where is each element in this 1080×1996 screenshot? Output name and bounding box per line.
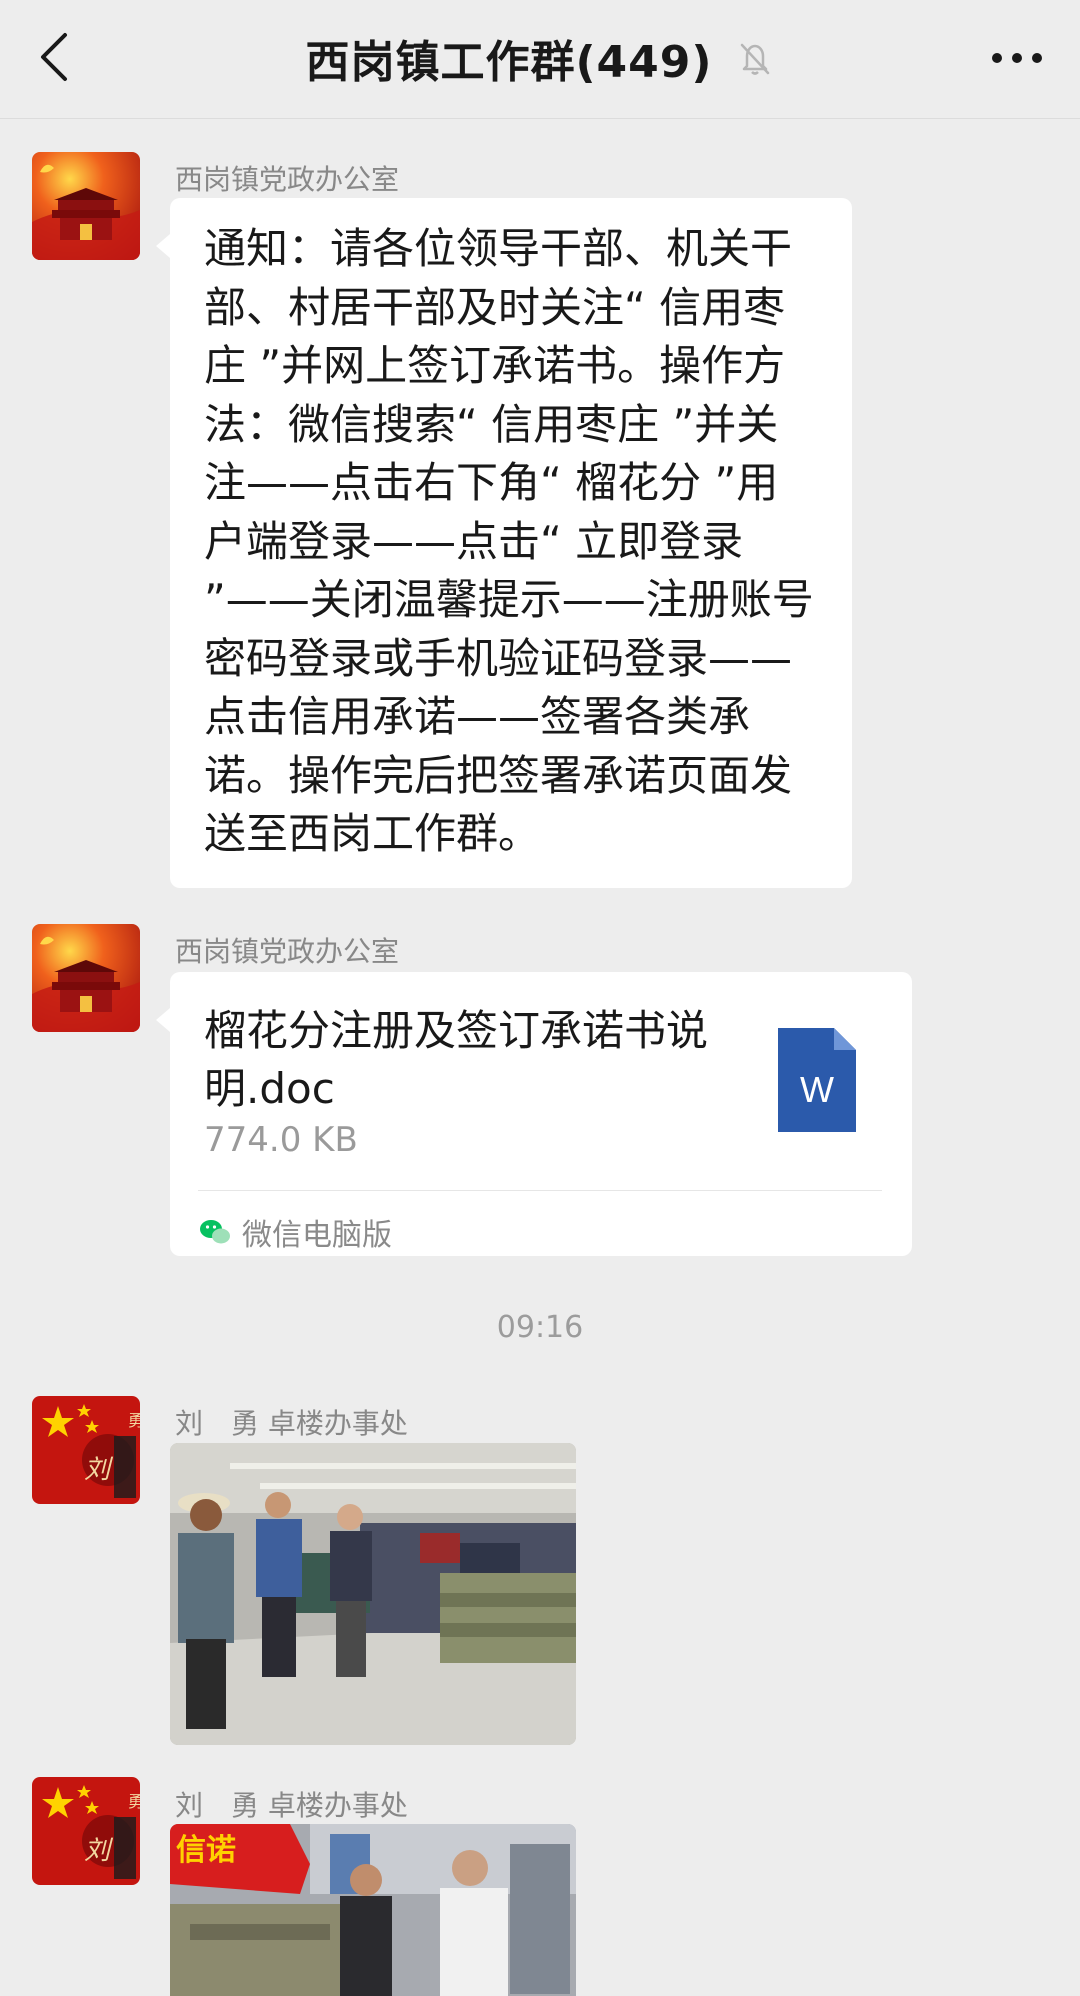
sender-name: 西岗镇党政办公室 <box>175 935 400 968</box>
photo-message[interactable] <box>170 1443 576 1745</box>
word-doc-icon: W <box>778 1028 856 1132</box>
svg-text:勇: 勇 <box>128 1792 140 1811</box>
file-source-label: 微信电脑版 <box>242 1218 392 1253</box>
message-text: 通知：请各位领导干部、机关干部、村居干部及时关注“ 信用枣庄 ”并网上签订承诺书… <box>204 224 814 858</box>
wechat-icon <box>200 1220 230 1244</box>
chat-header: 西岗镇工作群(449) <box>0 0 1080 119</box>
time-separator: 09:16 <box>496 1310 584 1345</box>
chat-title: 西岗镇工作群(449) <box>305 37 713 88</box>
sender-name: 西岗镇党政办公室 <box>175 163 400 196</box>
more-dots-icon <box>992 53 1042 63</box>
mute-bell-icon <box>735 38 775 78</box>
avatar-party-office[interactable] <box>32 924 140 1032</box>
file-size: 774.0 KB <box>204 1120 358 1160</box>
sender-name: 刘 勇 卓楼办事处 <box>175 1789 408 1822</box>
svg-text:勇: 勇 <box>128 1411 140 1430</box>
svg-text:W: W <box>800 1069 834 1110</box>
svg-text:刘: 刘 <box>84 1836 114 1866</box>
svg-text:刘: 刘 <box>84 1455 114 1485</box>
avatar-liu-yong[interactable]: 刘 勇 <box>32 1396 140 1504</box>
file-source: 微信电脑版 <box>198 1204 392 1260</box>
text-message-bubble[interactable]: 通知：请各位领导干部、机关干部、村居干部及时关注“ 信用枣庄 ”并网上签订承诺书… <box>156 198 852 888</box>
divider <box>198 1190 882 1191</box>
avatar-party-office[interactable] <box>32 152 140 260</box>
avatar-liu-yong[interactable]: 刘 勇 <box>32 1777 140 1885</box>
chat-title-wrap: 西岗镇工作群(449) <box>0 26 1080 90</box>
file-name: 榴花分注册及签订承诺书说明.doc <box>204 1006 709 1113</box>
file-message-card[interactable]: 榴花分注册及签订承诺书说明.doc 774.0 KB W 微信电脑版 <box>156 972 912 1256</box>
more-options-button[interactable] <box>982 30 1052 86</box>
sender-name: 刘 勇 卓楼办事处 <box>175 1407 408 1440</box>
photo-message[interactable]: 信诺 <box>170 1824 576 1996</box>
banner-text: 信诺 <box>176 1833 236 1868</box>
